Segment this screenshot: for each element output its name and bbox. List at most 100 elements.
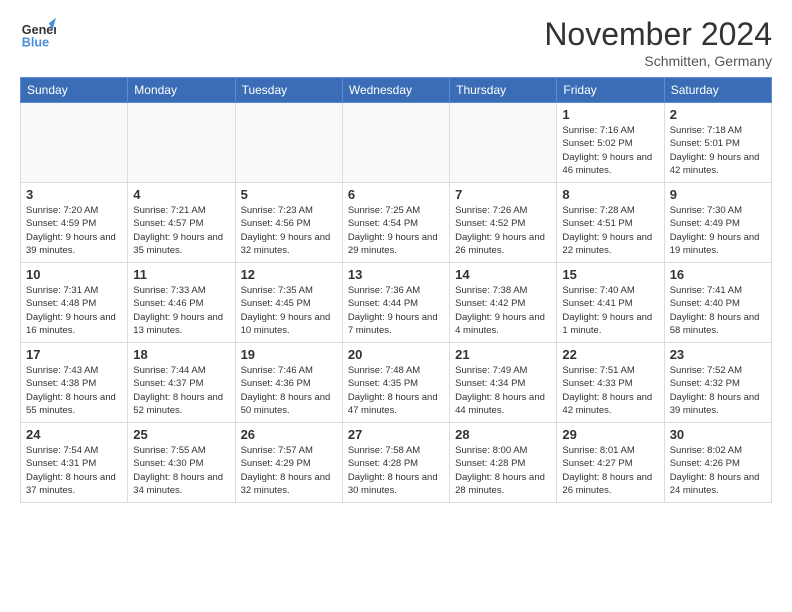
day-info: Sunrise: 7:31 AM Sunset: 4:48 PM Dayligh… — [26, 284, 122, 337]
day-number: 3 — [26, 187, 122, 202]
day-info: Sunrise: 7:18 AM Sunset: 5:01 PM Dayligh… — [670, 124, 766, 177]
day-number: 19 — [241, 347, 337, 362]
day-info: Sunrise: 7:49 AM Sunset: 4:34 PM Dayligh… — [455, 364, 551, 417]
day-info: Sunrise: 7:21 AM Sunset: 4:57 PM Dayligh… — [133, 204, 229, 257]
day-number: 26 — [241, 427, 337, 442]
header-wednesday: Wednesday — [342, 78, 449, 103]
day-number: 14 — [455, 267, 551, 282]
calendar-cell: 28 Sunrise: 8:00 AM Sunset: 4:28 PM Dayli… — [450, 423, 557, 503]
day-number: 30 — [670, 427, 766, 442]
calendar-cell: 23 Sunrise: 7:52 AM Sunset: 4:32 PM Dayli… — [664, 343, 771, 423]
calendar-cell: 11Sunrise: 7:33 AM Sunset: 4:46 PM Dayli… — [128, 263, 235, 343]
day-info: Sunrise: 7:40 AM Sunset: 4:41 PM Dayligh… — [562, 284, 658, 337]
calendar-cell: 27Sunrise: 7:58 AM Sunset: 4:28 PM Dayli… — [342, 423, 449, 503]
calendar-cell: 12 Sunrise: 7:35 AM Sunset: 4:45 PM Dayli… — [235, 263, 342, 343]
calendar-cell: 16Sunrise: 7:41 AM Sunset: 4:40 PM Dayli… — [664, 263, 771, 343]
day-number: 1 — [562, 107, 658, 122]
day-number: 6 — [348, 187, 444, 202]
day-info: Sunrise: 7:30 AM Sunset: 4:49 PM Dayligh… — [670, 204, 766, 257]
calendar-week-4: 24Sunrise: 7:54 AM Sunset: 4:31 PM Dayli… — [21, 423, 772, 503]
logo-icon: General Blue — [20, 16, 56, 52]
svg-text:Blue: Blue — [22, 36, 49, 50]
day-info: Sunrise: 7:48 AM Sunset: 4:35 PM Dayligh… — [348, 364, 444, 417]
page: General Blue November 2024 Schmitten, Ge… — [0, 0, 792, 513]
day-number: 7 — [455, 187, 551, 202]
calendar-cell: 21 Sunrise: 7:49 AM Sunset: 4:34 PM Dayli… — [450, 343, 557, 423]
weekday-header-row: Sunday Monday Tuesday Wednesday Thursday… — [21, 78, 772, 103]
calendar-cell: 24Sunrise: 7:54 AM Sunset: 4:31 PM Dayli… — [21, 423, 128, 503]
calendar-cell — [235, 103, 342, 183]
day-number: 28 — [455, 427, 551, 442]
header-sunday: Sunday — [21, 78, 128, 103]
calendar-cell — [450, 103, 557, 183]
day-info: Sunrise: 7:46 AM Sunset: 4:36 PM Dayligh… — [241, 364, 337, 417]
day-number: 18 — [133, 347, 229, 362]
calendar-cell: 25 Sunrise: 7:55 AM Sunset: 4:30 PM Dayli… — [128, 423, 235, 503]
logo: General Blue — [20, 16, 56, 52]
day-number: 22 — [562, 347, 658, 362]
calendar-cell: 5Sunrise: 7:23 AM Sunset: 4:56 PM Daylig… — [235, 183, 342, 263]
day-number: 25 — [133, 427, 229, 442]
calendar-cell — [342, 103, 449, 183]
day-number: 29 — [562, 427, 658, 442]
calendar-cell: 13 Sunrise: 7:36 AM Sunset: 4:44 PM Dayli… — [342, 263, 449, 343]
calendar-cell: 9 Sunrise: 7:30 AM Sunset: 4:49 PM Daylig… — [664, 183, 771, 263]
day-number: 11 — [133, 267, 229, 282]
calendar-cell: 3 Sunrise: 7:20 AM Sunset: 4:59 PM Daylig… — [21, 183, 128, 263]
calendar-cell: 2 Sunrise: 7:18 AM Sunset: 5:01 PM Daylig… — [664, 103, 771, 183]
calendar-cell: 20Sunrise: 7:48 AM Sunset: 4:35 PM Dayli… — [342, 343, 449, 423]
day-info: Sunrise: 7:57 AM Sunset: 4:29 PM Dayligh… — [241, 444, 337, 497]
day-number: 17 — [26, 347, 122, 362]
day-number: 15 — [562, 267, 658, 282]
calendar-cell: 22 Sunrise: 7:51 AM Sunset: 4:33 PM Dayli… — [557, 343, 664, 423]
day-number: 5 — [241, 187, 337, 202]
calendar-cell: 8Sunrise: 7:28 AM Sunset: 4:51 PM Daylig… — [557, 183, 664, 263]
header-saturday: Saturday — [664, 78, 771, 103]
title-block: November 2024 Schmitten, Germany — [544, 16, 772, 69]
day-info: Sunrise: 7:43 AM Sunset: 4:38 PM Dayligh… — [26, 364, 122, 417]
day-number: 24 — [26, 427, 122, 442]
calendar-cell: 30Sunrise: 8:02 AM Sunset: 4:26 PM Dayli… — [664, 423, 771, 503]
calendar-cell: 26 Sunrise: 7:57 AM Sunset: 4:29 PM Dayli… — [235, 423, 342, 503]
day-info: Sunrise: 7:26 AM Sunset: 4:52 PM Dayligh… — [455, 204, 551, 257]
calendar-body: 1 Sunrise: 7:16 AM Sunset: 5:02 PM Daylig… — [21, 103, 772, 503]
calendar-cell: 4Sunrise: 7:21 AM Sunset: 4:57 PM Daylig… — [128, 183, 235, 263]
month-title: November 2024 — [544, 16, 772, 53]
header: General Blue November 2024 Schmitten, Ge… — [20, 16, 772, 69]
calendar-week-3: 17 Sunrise: 7:43 AM Sunset: 4:38 PM Dayli… — [21, 343, 772, 423]
day-info: Sunrise: 7:52 AM Sunset: 4:32 PM Dayligh… — [670, 364, 766, 417]
day-number: 23 — [670, 347, 766, 362]
location: Schmitten, Germany — [544, 53, 772, 69]
calendar-cell — [21, 103, 128, 183]
day-info: Sunrise: 7:55 AM Sunset: 4:30 PM Dayligh… — [133, 444, 229, 497]
calendar-cell: 17 Sunrise: 7:43 AM Sunset: 4:38 PM Dayli… — [21, 343, 128, 423]
day-number: 16 — [670, 267, 766, 282]
day-number: 21 — [455, 347, 551, 362]
day-number: 2 — [670, 107, 766, 122]
calendar-cell: 18 Sunrise: 7:44 AM Sunset: 4:37 PM Dayli… — [128, 343, 235, 423]
day-info: Sunrise: 7:16 AM Sunset: 5:02 PM Dayligh… — [562, 124, 658, 177]
day-number: 9 — [670, 187, 766, 202]
day-info: Sunrise: 7:44 AM Sunset: 4:37 PM Dayligh… — [133, 364, 229, 417]
day-number: 10 — [26, 267, 122, 282]
day-info: Sunrise: 8:01 AM Sunset: 4:27 PM Dayligh… — [562, 444, 658, 497]
calendar-week-0: 1 Sunrise: 7:16 AM Sunset: 5:02 PM Daylig… — [21, 103, 772, 183]
day-info: Sunrise: 7:36 AM Sunset: 4:44 PM Dayligh… — [348, 284, 444, 337]
day-info: Sunrise: 7:20 AM Sunset: 4:59 PM Dayligh… — [26, 204, 122, 257]
day-info: Sunrise: 7:28 AM Sunset: 4:51 PM Dayligh… — [562, 204, 658, 257]
day-number: 13 — [348, 267, 444, 282]
day-info: Sunrise: 7:35 AM Sunset: 4:45 PM Dayligh… — [241, 284, 337, 337]
calendar-cell: 29 Sunrise: 8:01 AM Sunset: 4:27 PM Dayli… — [557, 423, 664, 503]
day-info: Sunrise: 8:00 AM Sunset: 4:28 PM Dayligh… — [455, 444, 551, 497]
calendar-cell: 10 Sunrise: 7:31 AM Sunset: 4:48 PM Dayli… — [21, 263, 128, 343]
header-friday: Friday — [557, 78, 664, 103]
day-info: Sunrise: 7:25 AM Sunset: 4:54 PM Dayligh… — [348, 204, 444, 257]
header-tuesday: Tuesday — [235, 78, 342, 103]
calendar-week-2: 10 Sunrise: 7:31 AM Sunset: 4:48 PM Dayli… — [21, 263, 772, 343]
day-info: Sunrise: 7:51 AM Sunset: 4:33 PM Dayligh… — [562, 364, 658, 417]
calendar-cell: 7 Sunrise: 7:26 AM Sunset: 4:52 PM Daylig… — [450, 183, 557, 263]
day-number: 12 — [241, 267, 337, 282]
day-number: 27 — [348, 427, 444, 442]
calendar-cell: 19 Sunrise: 7:46 AM Sunset: 4:36 PM Dayli… — [235, 343, 342, 423]
day-info: Sunrise: 7:38 AM Sunset: 4:42 PM Dayligh… — [455, 284, 551, 337]
